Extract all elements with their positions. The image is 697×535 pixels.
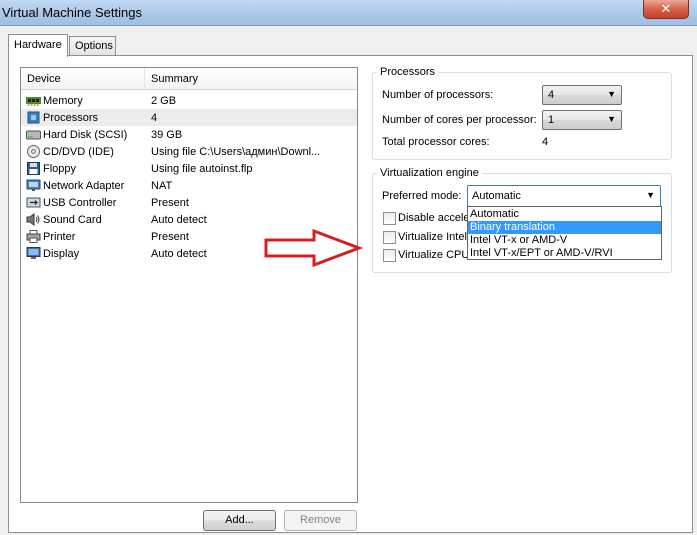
network-adapter-icon: [26, 179, 41, 191]
hard-disk-icon: [26, 130, 41, 140]
chevron-down-icon: ▼: [646, 190, 655, 200]
device-name: Processors: [43, 112, 99, 124]
memory-icon: [26, 97, 41, 106]
cores-per-processor-value: 1: [548, 114, 555, 126]
column-header-summary[interactable]: Summary: [145, 68, 357, 90]
virtualize-cpu-label: Virtualize CPU: [398, 249, 470, 261]
virtualize-cpu-checkbox[interactable]: [383, 249, 396, 262]
num-processors-value: 4: [548, 89, 555, 101]
floppy-icon: [27, 162, 40, 175]
annotation-arrow-icon: [264, 228, 364, 268]
num-processors-label: Number of processors:: [382, 89, 494, 101]
device-name: Floppy: [43, 163, 77, 175]
device-row-network-adapter[interactable]: Network Adapter NAT: [21, 177, 357, 194]
device-summary: 39 GB: [151, 129, 183, 141]
device-name: Memory: [43, 95, 83, 107]
virtualize-intel-label: Virtualize Intel: [398, 231, 467, 243]
disable-acceleration-label: Disable acceler: [398, 212, 474, 224]
preferred-mode-dropdown: Automatic Binary translation Intel VT-x …: [467, 206, 662, 260]
mode-option-intel-vtx[interactable]: Intel VT-x or AMD-V: [468, 234, 661, 247]
virtualization-group-title: Virtualization engine: [377, 167, 482, 179]
device-name: Display: [43, 248, 80, 260]
preferred-mode-label: Preferred mode:: [382, 190, 462, 202]
device-row-memory[interactable]: Memory 2 GB: [21, 92, 357, 109]
mode-option-automatic[interactable]: Automatic: [468, 208, 661, 221]
device-summary: Using file C:\Users\админ\Downl...: [151, 146, 321, 158]
window-title: Virtual Machine Settings: [2, 5, 142, 20]
close-icon: ✕: [660, 1, 672, 16]
device-summary: Using file autoinst.flp: [151, 163, 253, 175]
column-header-device[interactable]: Device: [21, 68, 145, 90]
preferred-mode-value: Automatic: [472, 190, 521, 202]
device-row-floppy[interactable]: Floppy Using file autoinst.flp: [21, 160, 357, 177]
remove-button[interactable]: Remove: [284, 510, 357, 531]
add-button[interactable]: Add...: [203, 510, 276, 531]
total-cores-label: Total processor cores:: [382, 136, 490, 148]
device-list-header: Device Summary: [21, 68, 357, 90]
device-row-usb-controller[interactable]: USB Controller Present: [21, 194, 357, 211]
device-row-processors[interactable]: Processors 4: [21, 109, 357, 126]
mode-option-intel-vtx-ept[interactable]: Intel VT-x/EPT or AMD-V/RVI: [468, 247, 661, 260]
num-processors-select[interactable]: 4 ▼: [542, 85, 622, 105]
chevron-down-icon: ▼: [607, 89, 616, 99]
device-name: CD/DVD (IDE): [43, 146, 114, 158]
device-summary: Present: [151, 197, 189, 209]
processor-icon: [27, 111, 40, 124]
mode-option-binary-translation[interactable]: Binary translation: [468, 221, 661, 234]
tab-hardware[interactable]: Hardware: [8, 34, 68, 57]
disable-acceleration-checkbox[interactable]: [383, 212, 396, 225]
device-name: Hard Disk (SCSI): [43, 129, 128, 141]
device-name: Network Adapter: [43, 180, 125, 192]
title-bar: Virtual Machine Settings ✕: [0, 0, 697, 26]
device-row-cd-dvd[interactable]: CD/DVD (IDE) Using file C:\Users\админ\D…: [21, 143, 357, 160]
cd-dvd-icon: [27, 145, 40, 158]
close-button[interactable]: ✕: [643, 0, 689, 19]
usb-icon: [26, 197, 41, 208]
display-icon: [26, 247, 41, 259]
printer-icon: [26, 230, 41, 243]
cores-per-processor-select[interactable]: 1 ▼: [542, 110, 622, 130]
device-name: Sound Card: [43, 214, 102, 226]
device-row-sound-card[interactable]: Sound Card Auto detect: [21, 211, 357, 228]
device-summary: Auto detect: [151, 214, 207, 226]
device-name: Printer: [43, 231, 76, 243]
processors-group-title: Processors: [377, 66, 439, 78]
device-summary: 4: [151, 112, 158, 124]
device-row-hard-disk[interactable]: Hard Disk (SCSI) 39 GB: [21, 126, 357, 143]
device-summary: NAT: [151, 180, 173, 192]
tab-options[interactable]: Options: [69, 36, 116, 56]
sound-card-icon: [26, 213, 40, 226]
cores-per-processor-label: Number of cores per processor:: [382, 114, 537, 126]
total-cores-value: 4: [542, 136, 549, 148]
device-list[interactable]: Device Summary Memory 2 GB Processors 4 …: [20, 67, 358, 503]
virtualize-intel-checkbox[interactable]: [383, 231, 396, 244]
chevron-down-icon: ▼: [607, 114, 616, 124]
device-name: USB Controller: [43, 197, 117, 209]
preferred-mode-select[interactable]: Automatic ▼: [467, 185, 661, 207]
device-summary: 2 GB: [151, 95, 177, 107]
